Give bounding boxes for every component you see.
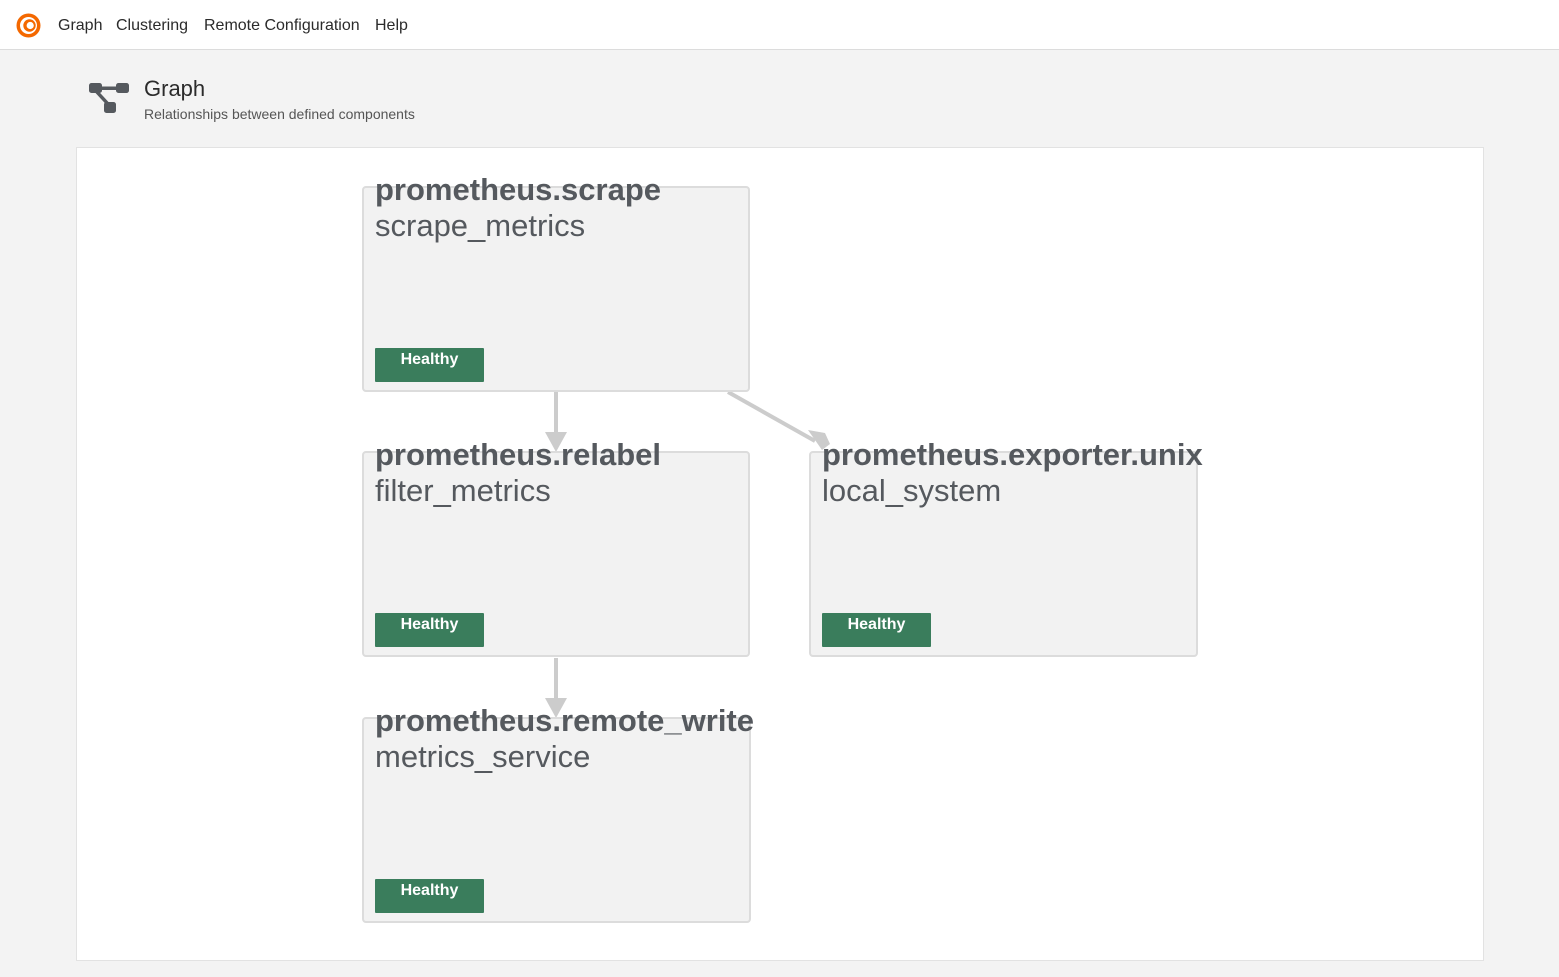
page-subtitle: Relationships between defined components — [144, 106, 415, 122]
top-navbar: Graph Clustering Remote Configuration He… — [0, 0, 1559, 50]
graph-node-exporter-unix[interactable]: prometheus.exporter.unix local_system He… — [809, 437, 1203, 657]
nav-graph[interactable]: Graph — [58, 16, 102, 36]
node-type: prometheus.relabel — [375, 437, 661, 472]
node-label: metrics_service — [375, 739, 591, 774]
node-label: local_system — [822, 473, 1002, 508]
node-type: prometheus.remote_write — [375, 703, 754, 738]
health-badge: Healthy — [375, 613, 484, 647]
health-badge: Healthy — [375, 348, 484, 382]
node-label: scrape_metrics — [375, 208, 586, 243]
graph-panel — [76, 147, 1484, 961]
graph-icon — [89, 83, 129, 113]
graph-node-scrape[interactable]: prometheus.scrape scrape_metrics Healthy — [362, 172, 750, 392]
graph-node-relabel[interactable]: prometheus.relabel filter_metrics Health… — [362, 437, 750, 657]
node-label: filter_metrics — [375, 473, 551, 508]
health-badge: Healthy — [822, 613, 931, 647]
nav-remote-configuration[interactable]: Remote Configuration — [204, 16, 360, 36]
health-badge: Healthy — [375, 879, 484, 913]
nav-help[interactable]: Help — [375, 16, 408, 36]
node-type: prometheus.scrape — [375, 172, 661, 207]
page-title: Graph — [144, 76, 206, 101]
grafana-logo-icon[interactable] — [15, 12, 42, 39]
graph-node-remote-write[interactable]: prometheus.remote_write metrics_service … — [362, 703, 754, 923]
node-type: prometheus.exporter.unix — [822, 437, 1203, 472]
nav-clustering[interactable]: Clustering — [116, 16, 188, 36]
